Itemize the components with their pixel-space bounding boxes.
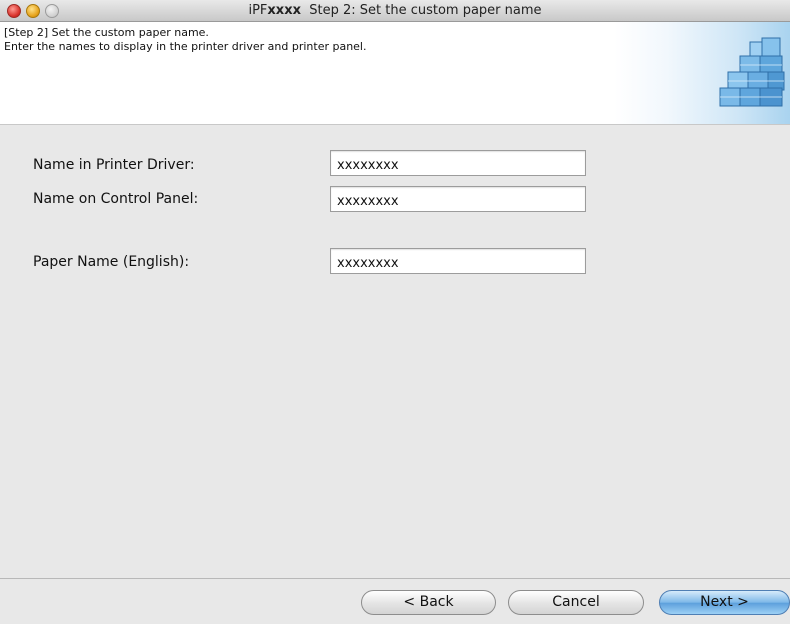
english-name-label: Paper Name (English): [33, 254, 190, 270]
english-name-input[interactable] [330, 248, 586, 274]
title-step: Step 2: Set the custom paper name [300, 3, 542, 18]
panel-name-label: Name on Control Panel: [33, 191, 199, 207]
paper-stack-icon [719, 37, 785, 107]
panel-name-input[interactable] [330, 186, 586, 212]
step-description: Enter the names to display in the printe… [4, 40, 367, 53]
driver-name-label: Name in Printer Driver: [33, 157, 195, 173]
wizard-window: iPFxxxx Step 2: Set the custom paper nam… [0, 0, 790, 624]
driver-name-input[interactable] [330, 150, 586, 176]
title-bar[interactable]: iPFxxxx Step 2: Set the custom paper nam… [0, 0, 790, 22]
footer-divider [0, 578, 790, 579]
header-banner [614, 22, 790, 124]
window-title: iPFxxxx Step 2: Set the custom paper nam… [0, 3, 790, 18]
next-button[interactable]: Next > [659, 590, 790, 615]
back-button[interactable]: < Back [361, 590, 496, 615]
wizard-header: [Step 2] Set the custom paper name. Ente… [0, 22, 790, 125]
cancel-button[interactable]: Cancel [508, 590, 644, 615]
title-prefix: iPF [248, 3, 268, 18]
step-heading: [Step 2] Set the custom paper name. [4, 26, 209, 39]
title-app-name: xxxx [267, 3, 301, 18]
